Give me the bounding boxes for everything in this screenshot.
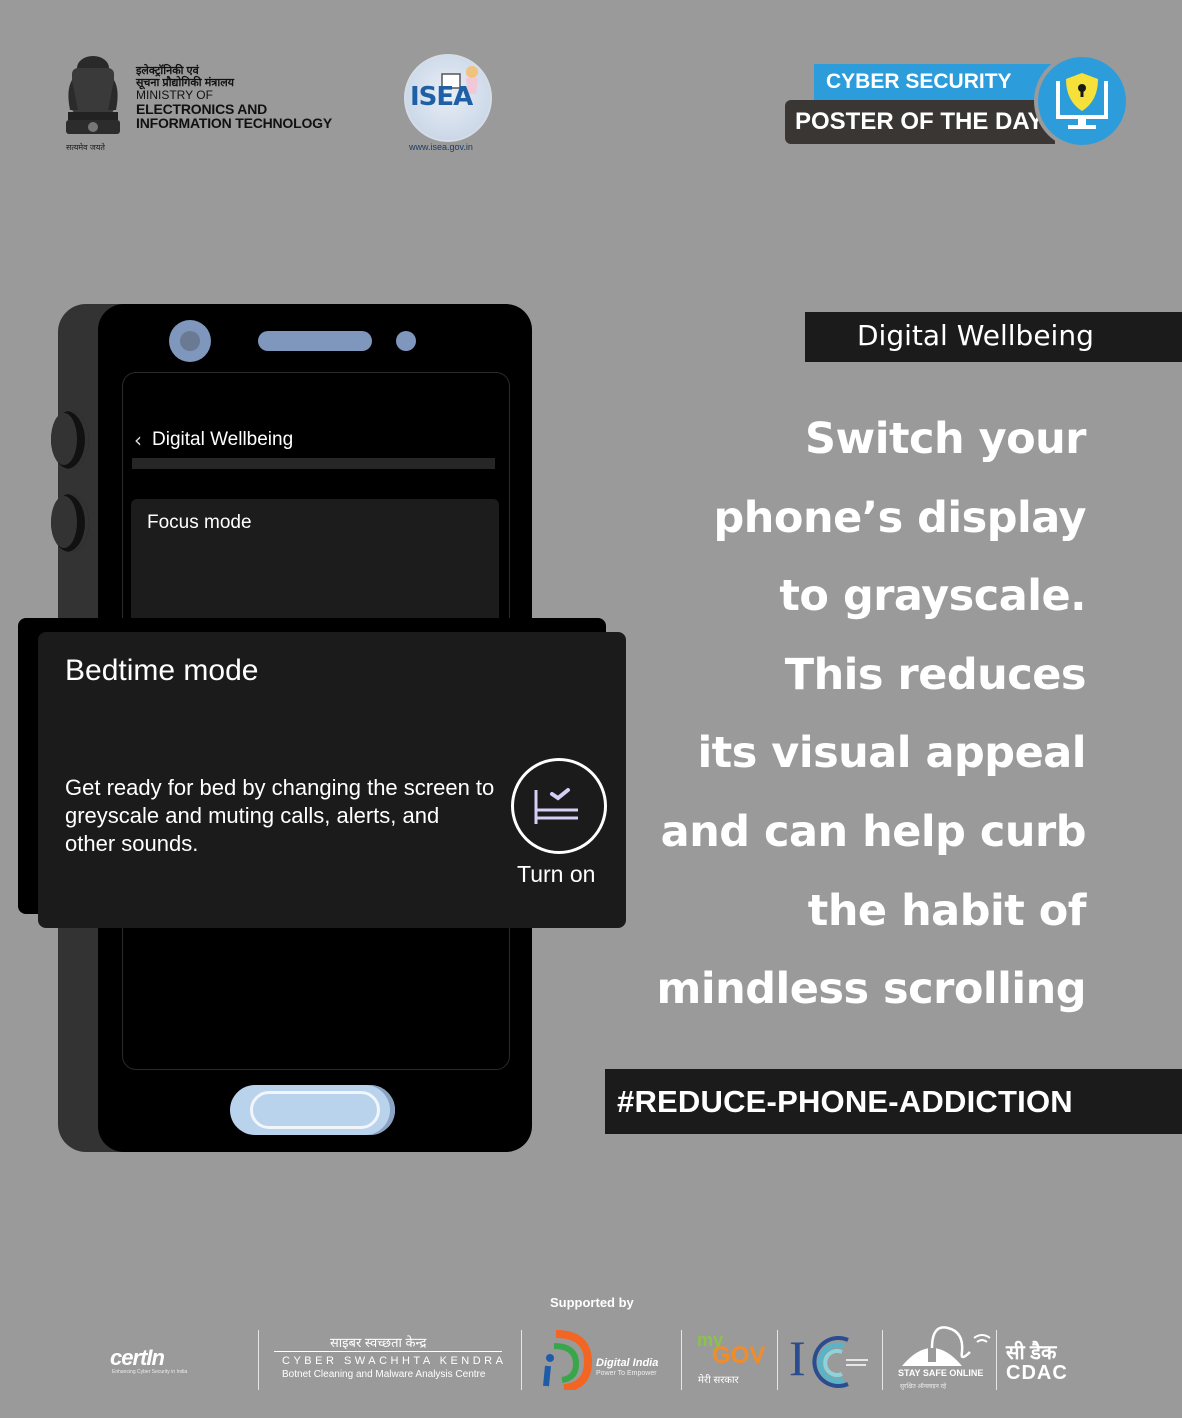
csk-rule <box>274 1351 502 1352</box>
stay-safe-online-title: STAY SAFE ONLINE <box>898 1368 984 1378</box>
volume-up-button <box>51 411 89 469</box>
bedtime-mode-title: Bedtime mode <box>65 654 259 687</box>
earpiece-speaker <box>258 331 372 351</box>
screen-title: Digital Wellbeing <box>152 429 294 450</box>
national-emblem-logo <box>58 50 128 150</box>
ministry-of-label: MINISTRY OF <box>136 88 213 103</box>
ministry-hindi-line1: इलेक्ट्रॉनिकी एवं <box>136 65 199 77</box>
badge-icon-circle <box>1034 53 1130 149</box>
headline-line: and can help curb <box>660 806 1087 857</box>
isea-logo-text: ISEA <box>410 82 473 112</box>
screen-header[interactable]: ‹ Digital Wellbeing <box>134 428 293 452</box>
stay-safe-online-icon <box>902 1326 991 1366</box>
badge-cyber-security: CYBER SECURITY <box>814 64 1054 100</box>
csk-english: CYBER SWACHHTA KENDRA <box>282 1355 507 1367</box>
headline-line: This reduces <box>784 649 1087 700</box>
headline-line: Switch your <box>805 414 1086 464</box>
headline-line: the habit of <box>807 885 1087 936</box>
emblem-motto: सत्यमेव जयते <box>66 143 105 152</box>
mygov-gov: GOV <box>712 1342 766 1369</box>
cert-in-tagline: Enhancing Cyber Security in India <box>112 1369 188 1375</box>
screen-divider-bar <box>132 458 495 469</box>
footer-divider <box>521 1330 522 1390</box>
headline: Switch your phone’s display to grayscale… <box>656 400 1087 1029</box>
hashtag-banner: #REDUCE-PHONE-ADDICTION <box>605 1069 1182 1134</box>
digital-india-tagline: Power To Empower <box>596 1370 657 1377</box>
ministry-name: इलेक्ट्रॉनिकी एवं सूचना प्रौद्योगिकी मंत… <box>136 65 332 132</box>
mygov-hindi: मेरी सरकार <box>698 1375 739 1386</box>
footer-divider <box>777 1330 778 1390</box>
ministry-it-label: INFORMATION TECHNOLOGY <box>136 115 332 132</box>
digital-india-title: Digital India <box>596 1357 659 1369</box>
cdac-hindi: सी डैक <box>1006 1342 1057 1364</box>
focus-mode-label: Focus mode <box>147 512 252 533</box>
shield-lock-monitor-icon <box>1056 73 1108 129</box>
cdac-english: CDAC <box>1006 1362 1068 1384</box>
digital-india-logo-icon <box>543 1330 593 1390</box>
csk-hindi: साइबर स्वच्छता केन्द्र <box>330 1335 427 1350</box>
i4c-logo-letter: I <box>789 1330 806 1386</box>
cert-in-logo: certIn <box>110 1345 165 1370</box>
ministry-electronics-label: ELECTRONICS AND <box>136 100 268 117</box>
headline-line: phone’s display <box>713 492 1087 543</box>
headline-line: its visual appeal <box>697 728 1086 779</box>
i4c-logo-arcs-icon <box>812 1336 868 1388</box>
footer-divider <box>996 1330 997 1390</box>
supported-by-label: Supported by <box>550 1295 634 1310</box>
ashoka-emblem-icon <box>66 56 120 134</box>
footer-divider <box>882 1330 883 1390</box>
bed-check-icon <box>534 788 578 824</box>
front-camera-icon <box>169 320 211 362</box>
isea-url: www.isea.gov.in <box>409 142 473 152</box>
volume-down-button <box>51 494 89 552</box>
proximity-sensor <box>396 331 416 351</box>
chevron-left-icon[interactable]: ‹ <box>134 428 142 452</box>
footer-divider <box>681 1330 682 1390</box>
home-button-ring <box>250 1091 380 1129</box>
headline-line: to grayscale. <box>779 571 1086 622</box>
topic-tag: Digital Wellbeing <box>805 312 1182 362</box>
turn-on-label[interactable]: Turn on <box>517 861 595 888</box>
footer-divider <box>258 1330 259 1390</box>
stay-safe-online-subtitle: सुरक्षित ऑनलाइन रहें <box>900 1384 947 1390</box>
headline-line: mindless scrolling <box>656 964 1087 1015</box>
badge-poster-of-the-day: POSTER OF THE DAY <box>785 100 1055 144</box>
bedtime-mode-description: Get ready for bed by changing the screen… <box>65 775 495 856</box>
csk-subtitle: Botnet Cleaning and Malware Analysis Cen… <box>282 1369 486 1380</box>
